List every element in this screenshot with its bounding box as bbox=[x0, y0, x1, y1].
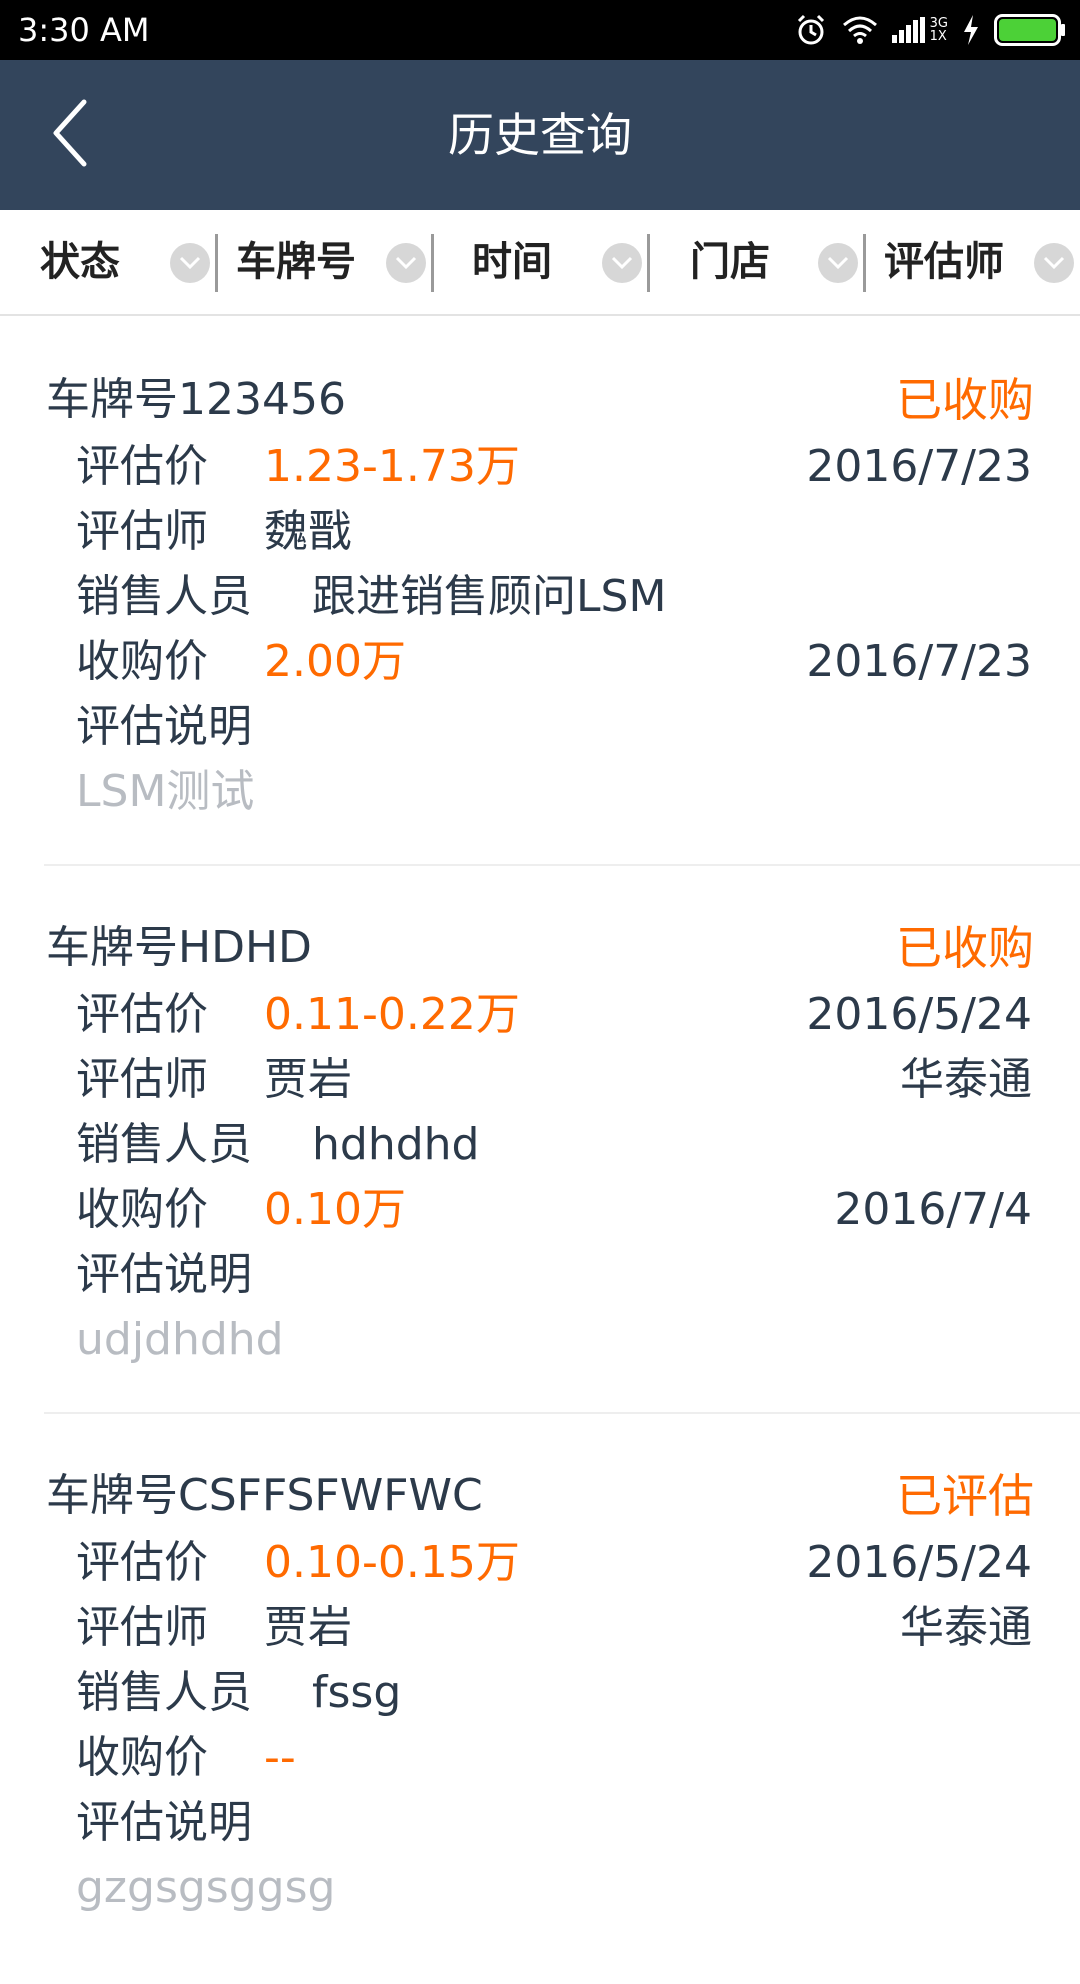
filter-appraiser[interactable]: 评估师 bbox=[864, 210, 1080, 314]
sales-row: 销售人员 fssg bbox=[76, 1661, 1036, 1725]
status-icons: 3G 1X bbox=[794, 0, 1066, 60]
note-label-row: 评估说明 bbox=[76, 695, 1036, 759]
appraiser-label: 评估师 bbox=[76, 506, 208, 557]
divider bbox=[44, 1412, 1080, 1414]
charging-icon bbox=[962, 15, 980, 45]
estimate-price-row: 评估价 0.11-0.22万 2016/5/24 bbox=[76, 983, 1036, 1047]
purchase-price-value: -- bbox=[264, 1732, 296, 1783]
back-button[interactable] bbox=[30, 95, 110, 175]
appraiser-value: 贾岩 bbox=[264, 1054, 352, 1105]
status-badge: 已评估 bbox=[896, 1469, 1034, 1523]
status-time: 3:30 AM bbox=[18, 11, 150, 49]
note-text: gzgsgsggsg bbox=[76, 1862, 336, 1913]
store-value: 华泰通 bbox=[900, 1054, 1032, 1105]
plate-number: 车牌号123456 bbox=[46, 374, 346, 425]
estimate-date: 2016/5/24 bbox=[806, 1537, 1032, 1588]
filter-label: 车牌号 bbox=[236, 239, 356, 285]
filter-plate[interactable]: 车牌号 bbox=[216, 210, 434, 314]
divider bbox=[44, 864, 1080, 866]
estimate-price-label: 评估价 bbox=[76, 1537, 208, 1588]
estimate-date: 2016/5/24 bbox=[806, 989, 1032, 1040]
sales-value: 跟进销售顾问LSM bbox=[312, 571, 667, 622]
note-text: udjdhdhd bbox=[76, 1314, 284, 1365]
estimate-price-label: 评估价 bbox=[76, 989, 208, 1040]
chevron-down-icon bbox=[818, 243, 858, 283]
chevron-down-icon bbox=[170, 243, 210, 283]
appraiser-label: 评估师 bbox=[76, 1054, 208, 1105]
appraiser-row: 评估师 贾岩 华泰通 bbox=[76, 1596, 1036, 1660]
purchase-price-label: 收购价 bbox=[76, 1732, 208, 1783]
filter-store[interactable]: 门店 bbox=[648, 210, 866, 314]
appraiser-value: 魏戬 bbox=[264, 506, 352, 557]
filter-label: 评估师 bbox=[884, 239, 1004, 285]
store-value: 华泰通 bbox=[900, 1602, 1032, 1653]
purchase-date: 2016/7/23 bbox=[806, 636, 1032, 687]
chevron-down-icon bbox=[386, 243, 426, 283]
estimate-price-row: 评估价 1.23-1.73万 2016/7/23 bbox=[76, 435, 1036, 499]
battery-icon bbox=[994, 14, 1066, 46]
note-label: 评估说明 bbox=[76, 701, 252, 752]
wifi-icon bbox=[842, 15, 878, 45]
estimate-date: 2016/7/23 bbox=[806, 441, 1032, 492]
appraiser-row: 评估师 贾岩 华泰通 bbox=[76, 1048, 1036, 1112]
network-label-bottom: 1X bbox=[929, 29, 947, 44]
purchase-price-label: 收购价 bbox=[76, 1184, 208, 1235]
estimate-price-value: 0.11-0.22万 bbox=[264, 989, 520, 1040]
purchase-price-label: 收购价 bbox=[76, 636, 208, 687]
status-badge: 已收购 bbox=[896, 373, 1034, 427]
purchase-date: 2016/7/4 bbox=[834, 1184, 1032, 1235]
sales-row: 销售人员 跟进销售顾问LSM bbox=[76, 565, 1036, 629]
alarm-icon bbox=[794, 13, 828, 47]
filter-label: 状态 bbox=[40, 239, 120, 285]
plate-number: 车牌号CSFFSFWFWC bbox=[46, 1470, 483, 1521]
sales-row: 销售人员 hdhdhd bbox=[76, 1113, 1036, 1177]
plate-number: 车牌号HDHD bbox=[46, 922, 312, 973]
filter-bar: 状态 车牌号 时间 门店 评估师 bbox=[0, 210, 1080, 316]
sales-label: 销售人员 bbox=[76, 1667, 252, 1718]
appraiser-label: 评估师 bbox=[76, 1602, 208, 1653]
page-title: 历史查询 bbox=[448, 108, 632, 162]
list-item[interactable]: 车牌号123456 已收购 评估价 1.23-1.73万 2016/7/23 评… bbox=[0, 340, 1080, 888]
chevron-down-icon bbox=[602, 243, 642, 283]
estimate-price-row: 评估价 0.10-0.15万 2016/5/24 bbox=[76, 1531, 1036, 1595]
purchase-price-value: 2.00万 bbox=[264, 636, 406, 687]
estimate-price-label: 评估价 bbox=[76, 441, 208, 492]
note-label: 评估说明 bbox=[76, 1797, 252, 1848]
estimate-price-value: 1.23-1.73万 bbox=[264, 441, 520, 492]
note-label: 评估说明 bbox=[76, 1249, 252, 1300]
filter-label: 时间 bbox=[472, 239, 552, 285]
filter-status[interactable]: 状态 bbox=[0, 210, 218, 314]
note-label-row: 评估说明 bbox=[76, 1791, 1036, 1855]
filter-label: 门店 bbox=[690, 239, 770, 285]
status-badge: 已收购 bbox=[896, 921, 1034, 975]
sales-label: 销售人员 bbox=[76, 1119, 252, 1170]
chevron-down-icon bbox=[1034, 243, 1074, 283]
app-bar: 历史查询 bbox=[0, 60, 1080, 210]
appraiser-value: 贾岩 bbox=[264, 1602, 352, 1653]
note-label-row: 评估说明 bbox=[76, 1243, 1036, 1307]
estimate-price-value: 0.10-0.15万 bbox=[264, 1537, 520, 1588]
sales-value: fssg bbox=[312, 1667, 402, 1718]
chevron-left-icon bbox=[50, 98, 90, 172]
appraiser-row: 评估师 魏戬 bbox=[76, 500, 1036, 564]
purchase-price-row: 收购价 2.00万 2016/7/23 bbox=[76, 630, 1036, 694]
purchase-price-value: 0.10万 bbox=[264, 1184, 406, 1235]
purchase-price-row: 收购价 -- bbox=[76, 1726, 1036, 1790]
sales-value: hdhdhd bbox=[312, 1119, 480, 1170]
purchase-price-row: 收购价 0.10万 2016/7/4 bbox=[76, 1178, 1036, 1242]
signal-icon: 3G 1X bbox=[891, 17, 948, 44]
sales-label: 销售人员 bbox=[76, 571, 252, 622]
status-bar: 3:30 AM 3G 1X bbox=[0, 0, 1080, 60]
filter-time[interactable]: 时间 bbox=[432, 210, 650, 314]
list-item[interactable]: 车牌号HDHD 已收购 评估价 0.11-0.22万 2016/5/24 评估师… bbox=[0, 888, 1080, 1436]
list-item[interactable]: 车牌号CSFFSFWFWC 已评估 评估价 0.10-0.15万 2016/5/… bbox=[0, 1436, 1080, 1984]
note-text: LSM测试 bbox=[76, 766, 255, 817]
